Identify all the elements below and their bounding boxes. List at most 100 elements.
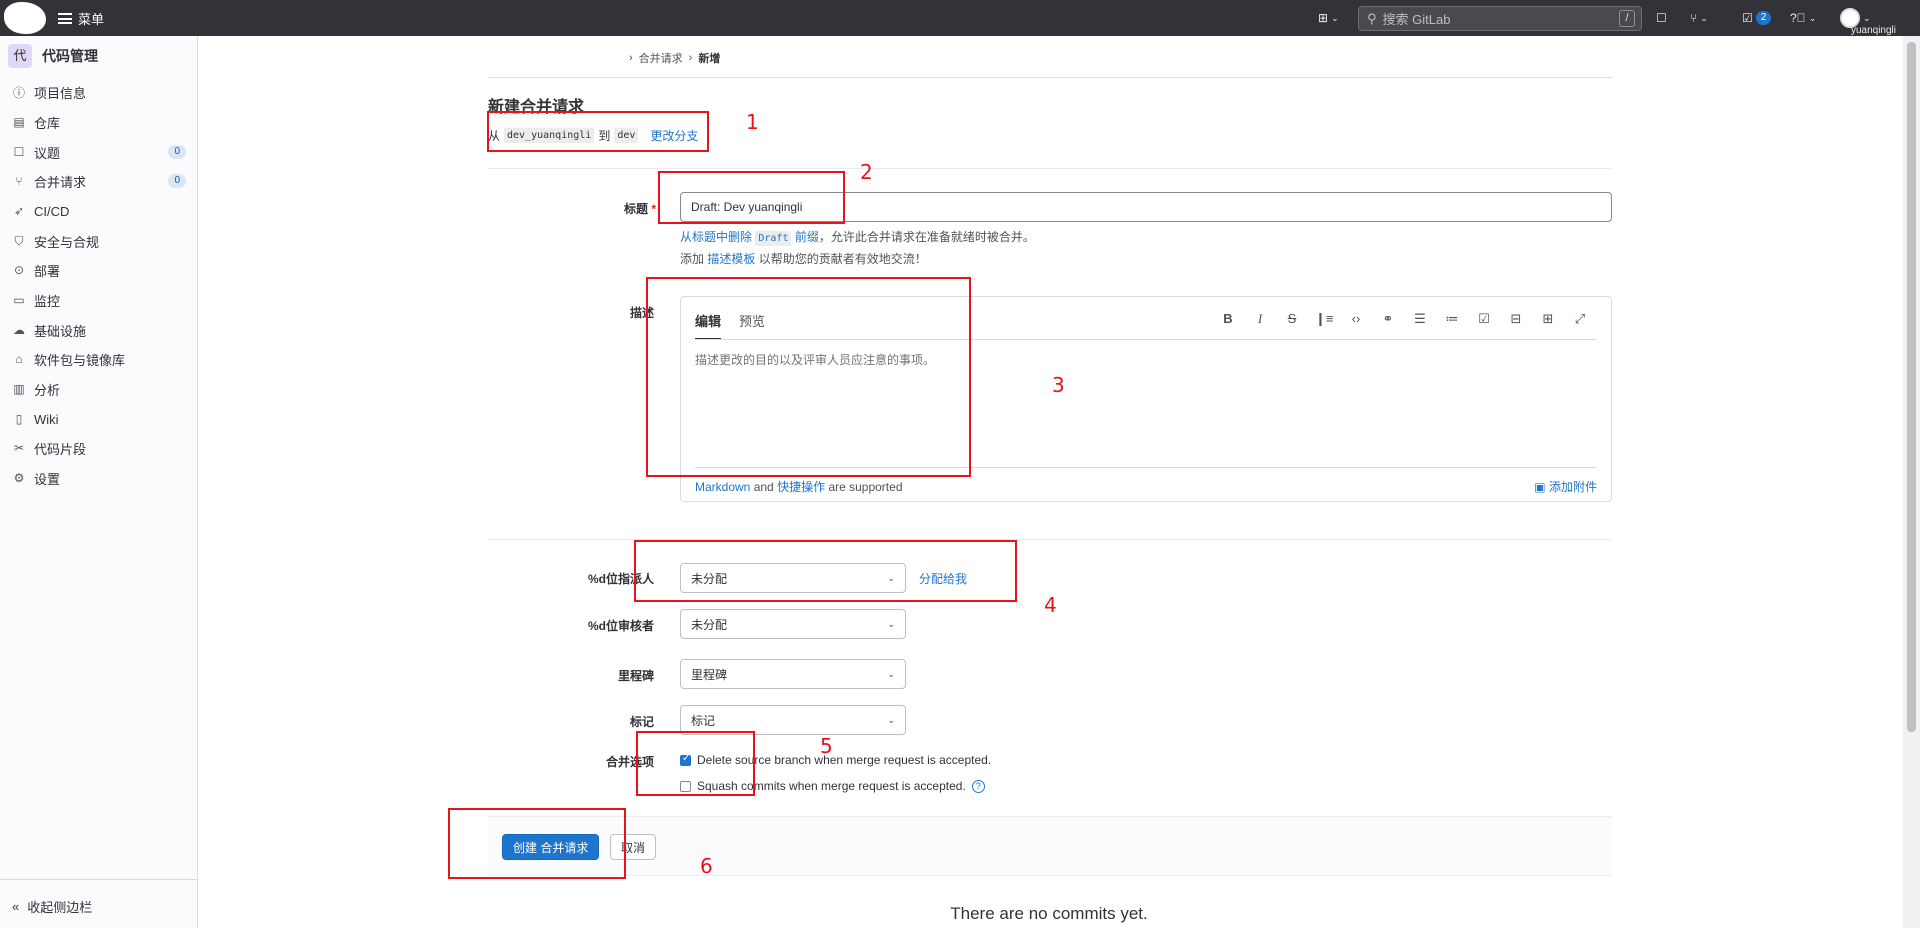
annotation-box bbox=[658, 171, 845, 224]
annotation-number: 1 bbox=[746, 110, 759, 134]
labels-value: 标记 bbox=[691, 713, 716, 728]
todos-button[interactable]: ☑ 2 bbox=[1742, 9, 1772, 27]
code-icon[interactable]: ‹› bbox=[1347, 311, 1365, 327]
chevron-down-icon: ⌄ bbox=[887, 714, 895, 725]
scrollbar-thumb[interactable] bbox=[1907, 42, 1916, 732]
sidebar-item-packages[interactable]: ⌂ 软件包与镜像库 bbox=[12, 347, 188, 371]
annotation-number: 5 bbox=[820, 734, 833, 758]
menu-button[interactable]: 菜单 bbox=[58, 8, 104, 28]
snippet-icon: ✂ bbox=[13, 441, 25, 455]
hint-text: 以帮助您的贡献者有效地交流！ bbox=[758, 252, 927, 266]
hint-text: 添加 bbox=[680, 252, 705, 266]
table-icon[interactable]: ⊞ bbox=[1539, 311, 1557, 327]
title-label: 标题 * bbox=[623, 202, 656, 216]
sidebar-item-security[interactable]: ⛉ 安全与合规 bbox=[12, 229, 188, 253]
description-template-link[interactable]: 描述模板 bbox=[707, 252, 755, 266]
breadcrumb-merge-requests[interactable]: 合并请求 bbox=[639, 50, 683, 66]
merge-requests-dropdown[interactable]: ⑂ ⌄ bbox=[1690, 9, 1708, 27]
collapsible-icon[interactable]: ⊟ bbox=[1507, 311, 1525, 327]
divider bbox=[488, 77, 1612, 78]
sidebar-item-label: 议题 bbox=[34, 145, 61, 161]
sidebar-item-repository[interactable]: ▤ 仓库 bbox=[12, 110, 188, 134]
remove-draft-link[interactable]: 从标题中删除 bbox=[680, 230, 752, 244]
sidebar-item-snippets[interactable]: ✂ 代码片段 bbox=[12, 436, 188, 460]
chevron-down-icon: ⌄ bbox=[1808, 12, 1817, 23]
strikethrough-icon[interactable]: S bbox=[1283, 311, 1301, 327]
sidebar-item-cicd[interactable]: ➶ CI/CD bbox=[12, 199, 188, 223]
italic-icon[interactable]: I bbox=[1251, 311, 1269, 327]
divider bbox=[488, 168, 1612, 169]
milestone-select[interactable]: 里程碑 ⌄ bbox=[680, 659, 906, 689]
gear-icon: ⚙ bbox=[13, 471, 25, 485]
annotation-box bbox=[634, 540, 1017, 602]
issues-icon: ☐ bbox=[13, 145, 25, 159]
chevron-right-icon: › bbox=[688, 52, 693, 64]
hint-text: ，允许此合并请求在准备就绪时被合并。 bbox=[818, 230, 1035, 244]
breadcrumb-project-link[interactable] bbox=[488, 53, 623, 63]
link-icon[interactable]: ⚭ bbox=[1379, 311, 1397, 327]
package-icon: ⌂ bbox=[15, 352, 23, 366]
sidebar-item-label: 软件包与镜像库 bbox=[34, 352, 126, 368]
no-commits-message: There are no commits yet. bbox=[950, 904, 1148, 923]
quick-actions-link[interactable]: 快捷操作 bbox=[777, 480, 825, 494]
sidebar-item-label: 部署 bbox=[34, 263, 61, 279]
prefix-link[interactable]: 前缀 bbox=[795, 230, 819, 244]
issues-shortcut[interactable]: ☐ bbox=[1656, 9, 1667, 27]
sidebar-item-settings[interactable]: ⚙ 设置 bbox=[12, 466, 188, 490]
sidebar-item-monitor[interactable]: ▭ 监控 bbox=[12, 288, 188, 312]
description-label: 描述 bbox=[629, 306, 654, 320]
search-input[interactable]: ⚲ 搜索 GitLab / bbox=[1358, 6, 1642, 31]
sidebar-item-issues[interactable]: ☐ 议题 0 bbox=[12, 140, 188, 164]
menu-label: 菜单 bbox=[78, 11, 105, 27]
sidebar-item-analytics[interactable]: ▥ 分析 bbox=[12, 377, 188, 401]
top-bar: 菜单 ⊞ ⌄ ⚲ 搜索 GitLab / ☐ ⑂ ⌄ ☑ 2 ?⃝ ⌄ ⌄ yuanq… bbox=[0, 0, 1920, 36]
reviewer-select[interactable]: 未分配 ⌄ bbox=[680, 609, 906, 639]
project-name: 代码管理 bbox=[42, 48, 98, 64]
image-icon: ▣ bbox=[1534, 480, 1546, 494]
sidebar-item-label: 设置 bbox=[34, 471, 61, 487]
reviewer-value: 未分配 bbox=[691, 617, 728, 632]
username: yuanqingli bbox=[1850, 25, 1896, 36]
sidebar-item-label: Wiki bbox=[34, 411, 59, 427]
task-list-icon[interactable]: ☑ bbox=[1475, 311, 1493, 327]
help-dropdown[interactable]: ?⃝ ⌄ bbox=[1790, 9, 1816, 27]
new-item-dropdown[interactable]: ⊞ ⌄ bbox=[1318, 9, 1339, 27]
bold-icon[interactable]: B bbox=[1219, 311, 1237, 327]
logo[interactable] bbox=[4, 2, 46, 34]
book-icon: ▯ bbox=[15, 412, 23, 426]
draft-hint: 从标题中删除 Draft 前缀，允许此合并请求在准备就绪时被合并。 bbox=[680, 228, 1035, 246]
sidebar-item-deployments[interactable]: ⊙ 部署 bbox=[12, 258, 188, 282]
project-avatar: 代 bbox=[8, 44, 32, 68]
attach-file-button[interactable]: ▣ 添加附件 bbox=[1534, 478, 1597, 495]
annotation-number: 4 bbox=[1044, 593, 1057, 617]
sidebar-item-infrastructure[interactable]: ☁ 基础设施 bbox=[12, 318, 188, 342]
bullet-list-icon[interactable]: ☰ bbox=[1411, 311, 1429, 327]
numbered-list-icon[interactable]: ≔ bbox=[1443, 311, 1461, 327]
quote-icon[interactable]: ❙≡ bbox=[1315, 311, 1333, 327]
template-hint: 添加 描述模板 以帮助您的贡献者有效地交流！ bbox=[680, 250, 927, 267]
fullscreen-icon[interactable]: ⤢ bbox=[1571, 311, 1589, 327]
sidebar-item-label: 分析 bbox=[34, 382, 61, 398]
editor-toolbar: B I S ❙≡ ‹› ⚭ ☰ ≔ ☑ ⊟ ⊞ ⤢ bbox=[1219, 311, 1589, 327]
merge-options-label: 合并选项 bbox=[605, 755, 654, 769]
reviewer-label: %d位审核者 bbox=[587, 619, 654, 633]
draft-code: Draft bbox=[755, 231, 792, 246]
sidebar-item-label: 基础设施 bbox=[34, 323, 87, 339]
sidebar-item-label: 代码片段 bbox=[34, 441, 87, 457]
sidebar-item-merge-requests[interactable]: ⑂ 合并请求 0 bbox=[12, 169, 188, 193]
project-header[interactable]: 代 代码管理 bbox=[8, 44, 98, 68]
annotation-box bbox=[646, 277, 971, 477]
sidebar-item-label: 仓库 bbox=[34, 115, 61, 131]
markdown-link[interactable]: Markdown bbox=[695, 480, 750, 494]
sidebar: 代 代码管理 ⓘ 项目信息 ▤ 仓库 ☐ 议题 0 ⑂ 合并请求 0 ➶ CI/… bbox=[0, 36, 198, 928]
merge-requests-count-badge: 0 bbox=[168, 174, 186, 188]
form-actions bbox=[488, 816, 1612, 876]
help-icon: ?⃝ bbox=[1790, 11, 1806, 25]
sidebar-item-project-info[interactable]: ⓘ 项目信息 bbox=[12, 80, 188, 104]
sidebar-item-wiki[interactable]: ▯ Wiki bbox=[12, 407, 188, 431]
scrollbar[interactable] bbox=[1903, 36, 1920, 928]
chevron-down-icon: ⌄ bbox=[887, 618, 895, 629]
rocket-icon: ➶ bbox=[13, 204, 25, 218]
question-icon[interactable]: ? bbox=[971, 779, 985, 793]
info-icon: ⓘ bbox=[12, 85, 25, 100]
